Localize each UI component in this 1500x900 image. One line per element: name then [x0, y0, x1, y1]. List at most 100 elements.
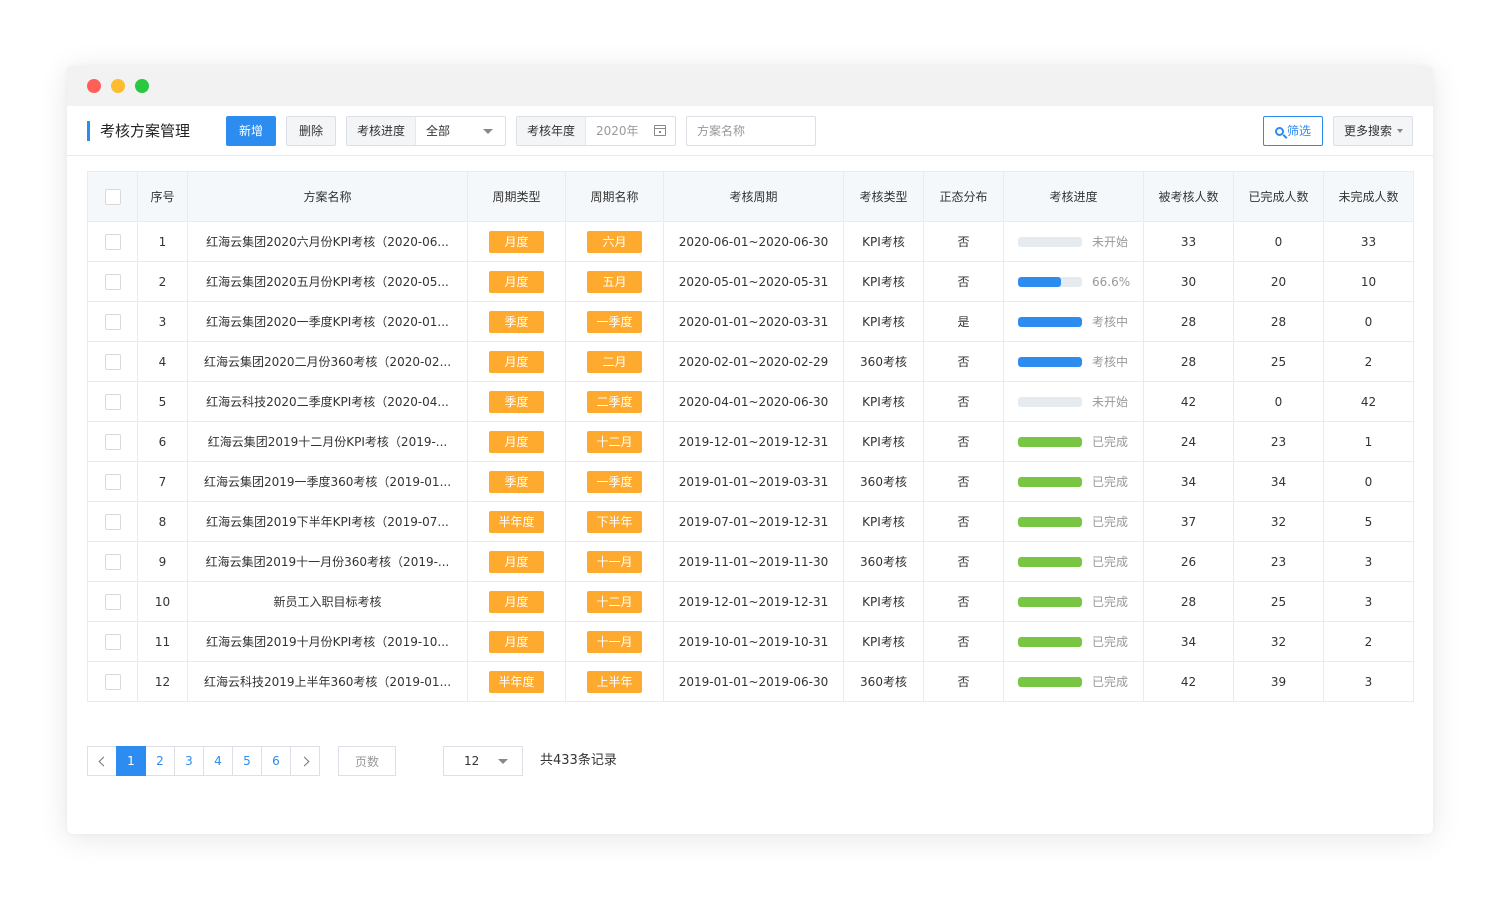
assessed-count[interactable]: 42	[1143, 661, 1234, 702]
plan-name-link[interactable]: 新员工入职目标考核	[187, 581, 468, 622]
incomplete-count[interactable]: 0	[1323, 301, 1414, 342]
completed-count[interactable]: 23	[1233, 541, 1324, 582]
incomplete-count[interactable]: 10	[1323, 261, 1414, 302]
completed-count[interactable]: 25	[1233, 341, 1324, 382]
incomplete-count[interactable]: 3	[1323, 541, 1414, 582]
plan-name-link[interactable]: 红海云集团2020五月份KPI考核（2020-05...	[187, 261, 468, 302]
assessed-count[interactable]: 24	[1143, 421, 1234, 462]
plan-name-link[interactable]: 红海云集团2020一季度KPI考核（2020-01...	[187, 301, 468, 342]
completed-count[interactable]: 0	[1233, 381, 1324, 422]
incomplete-count[interactable]: 5	[1323, 501, 1414, 542]
assessed-count[interactable]: 33	[1143, 221, 1234, 262]
table-row[interactable]: 11 红海云集团2019十月份KPI考核（2019-10... 月度 十一月 2019-…	[87, 621, 1414, 662]
row-checkbox[interactable]	[104, 593, 121, 610]
row-checkbox[interactable]	[104, 553, 121, 570]
row-checkbox[interactable]	[104, 513, 121, 530]
table-row[interactable]: 9 红海云集团2019十一月份360考核（2019-... 月度 十一月 2019-11…	[87, 541, 1414, 582]
row-select-cell[interactable]	[87, 301, 138, 342]
row-select-cell[interactable]	[87, 461, 138, 502]
incomplete-count[interactable]: 0	[1323, 461, 1414, 502]
table-row[interactable]: 6 红海云集团2019十二月份KPI考核（2019-... 月度 十二月 2019-12…	[87, 421, 1414, 462]
row-checkbox[interactable]	[104, 233, 121, 250]
next-page-button[interactable]	[290, 746, 320, 776]
more-search-button[interactable]: 更多搜索	[1333, 116, 1413, 146]
page-size-select[interactable]: 12	[443, 746, 523, 776]
assessed-count[interactable]: 30	[1143, 261, 1234, 302]
assessed-count[interactable]: 34	[1143, 461, 1234, 502]
plan-name-input[interactable]: 方案名称	[686, 116, 816, 146]
plan-name-link[interactable]: 红海云集团2019十一月份360考核（2019-...	[187, 541, 468, 582]
assessed-count[interactable]: 28	[1143, 341, 1234, 382]
assessed-count[interactable]: 42	[1143, 381, 1234, 422]
incomplete-count[interactable]: 3	[1323, 661, 1414, 702]
delete-button[interactable]: 删除	[286, 116, 336, 146]
incomplete-count[interactable]: 1	[1323, 421, 1414, 462]
row-select-cell[interactable]	[87, 661, 138, 702]
completed-count[interactable]: 20	[1233, 261, 1324, 302]
assessed-count[interactable]: 28	[1143, 301, 1234, 342]
table-row[interactable]: 12 红海云科技2019上半年360考核（2019-01... 半年度 上半年 2019…	[87, 661, 1414, 702]
year-filter-input[interactable]: 2020年	[586, 117, 675, 145]
page-button[interactable]: 2	[145, 746, 175, 776]
add-button[interactable]: 新增	[226, 116, 276, 146]
incomplete-count[interactable]: 42	[1323, 381, 1414, 422]
page-button[interactable]: 1	[116, 746, 146, 776]
incomplete-count[interactable]: 33	[1323, 221, 1414, 262]
page-jump-input[interactable]: 页数	[338, 746, 396, 776]
row-select-cell[interactable]	[87, 541, 138, 582]
year-filter-datepicker[interactable]: 考核年度 2020年	[516, 116, 676, 146]
table-row[interactable]: 3 红海云集团2020一季度KPI考核（2020-01... 季度 一季度 2020-0…	[87, 301, 1414, 342]
completed-count[interactable]: 23	[1233, 421, 1324, 462]
row-select-cell[interactable]	[87, 381, 138, 422]
row-select-cell[interactable]	[87, 501, 138, 542]
page-button[interactable]: 6	[261, 746, 291, 776]
prev-page-button[interactable]	[87, 746, 117, 776]
plan-name-link[interactable]: 红海云集团2019十二月份KPI考核（2019-...	[187, 421, 468, 462]
completed-count[interactable]: 0	[1233, 221, 1324, 262]
completed-count[interactable]: 32	[1233, 621, 1324, 662]
progress-filter-select[interactable]: 考核进度 全部	[346, 116, 506, 146]
row-select-cell[interactable]	[87, 221, 138, 262]
completed-count[interactable]: 25	[1233, 581, 1324, 622]
plan-name-link[interactable]: 红海云科技2019上半年360考核（2019-01...	[187, 661, 468, 702]
incomplete-count[interactable]: 2	[1323, 341, 1414, 382]
plan-name-link[interactable]: 红海云集团2020二月份360考核（2020-02...	[187, 341, 468, 382]
table-row[interactable]: 2 红海云集团2020五月份KPI考核（2020-05... 月度 五月 2020-05…	[87, 261, 1414, 302]
row-select-cell[interactable]	[87, 421, 138, 462]
plan-name-link[interactable]: 红海云科技2020二季度KPI考核（2020-04...	[187, 381, 468, 422]
maximize-window-button[interactable]	[135, 79, 149, 93]
page-button[interactable]: 4	[203, 746, 233, 776]
assessed-count[interactable]: 26	[1143, 541, 1234, 582]
row-checkbox[interactable]	[104, 673, 121, 690]
assessed-count[interactable]: 34	[1143, 621, 1234, 662]
completed-count[interactable]: 39	[1233, 661, 1324, 702]
completed-count[interactable]: 28	[1233, 301, 1324, 342]
row-select-cell[interactable]	[87, 581, 138, 622]
completed-count[interactable]: 34	[1233, 461, 1324, 502]
table-row[interactable]: 4 红海云集团2020二月份360考核（2020-02... 月度 二月 2020-02…	[87, 341, 1414, 382]
row-select-cell[interactable]	[87, 341, 138, 382]
page-button[interactable]: 5	[232, 746, 262, 776]
table-row[interactable]: 1 红海云集团2020六月份KPI考核（2020-06... 月度 六月 2020-06…	[87, 221, 1414, 262]
row-checkbox[interactable]	[104, 393, 121, 410]
table-row[interactable]: 5 红海云科技2020二季度KPI考核（2020-04... 季度 二季度 2020-0…	[87, 381, 1414, 422]
table-row[interactable]: 7 红海云集团2019一季度360考核（2019-01... 季度 一季度 2019-0…	[87, 461, 1414, 502]
row-checkbox[interactable]	[104, 273, 121, 290]
row-select-cell[interactable]	[87, 621, 138, 662]
incomplete-count[interactable]: 2	[1323, 621, 1414, 662]
assessed-count[interactable]: 28	[1143, 581, 1234, 622]
select-all-cell[interactable]	[87, 171, 138, 222]
row-checkbox[interactable]	[104, 473, 121, 490]
minimize-window-button[interactable]	[111, 79, 125, 93]
plan-name-link[interactable]: 红海云集团2019十月份KPI考核（2019-10...	[187, 621, 468, 662]
completed-count[interactable]: 32	[1233, 501, 1324, 542]
assessed-count[interactable]: 37	[1143, 501, 1234, 542]
table-row[interactable]: 8 红海云集团2019下半年KPI考核（2019-07... 半年度 下半年 2019-…	[87, 501, 1414, 542]
table-row[interactable]: 10 新员工入职目标考核 月度 十二月 2019-12-01~2019-12-31 KPI…	[87, 581, 1414, 622]
row-checkbox[interactable]	[104, 353, 121, 370]
row-select-cell[interactable]	[87, 261, 138, 302]
page-button[interactable]: 3	[174, 746, 204, 776]
row-checkbox[interactable]	[104, 633, 121, 650]
incomplete-count[interactable]: 3	[1323, 581, 1414, 622]
plan-name-link[interactable]: 红海云集团2020六月份KPI考核（2020-06...	[187, 221, 468, 262]
